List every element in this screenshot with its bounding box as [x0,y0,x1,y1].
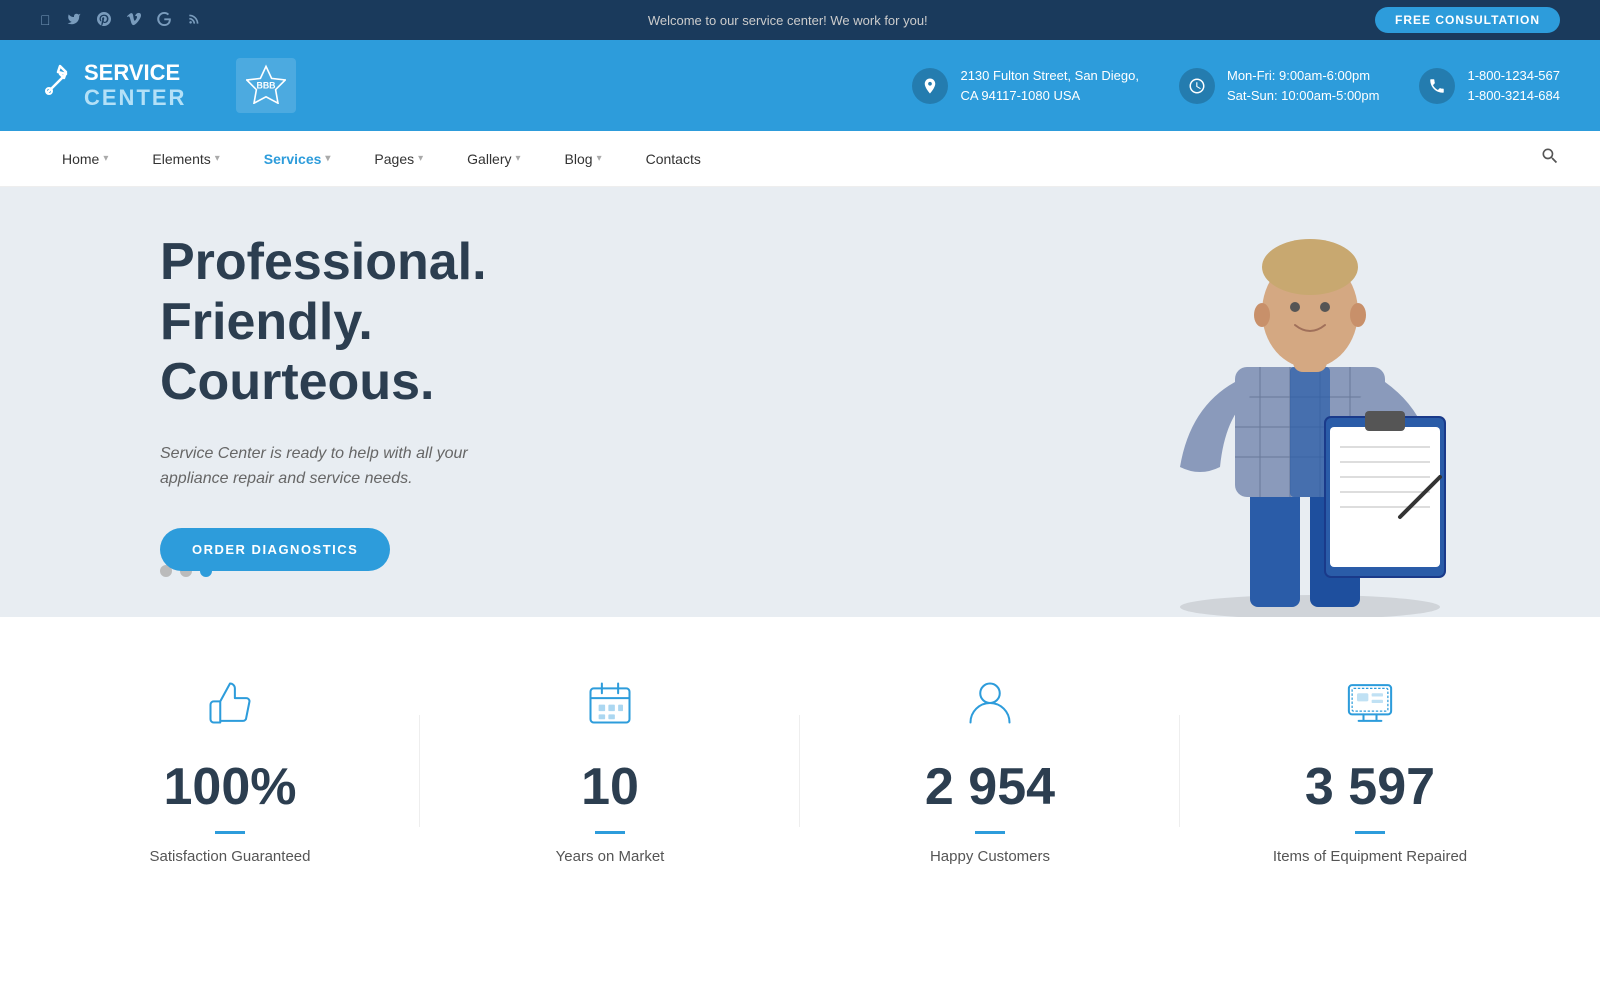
stat-divider [595,831,625,834]
clock-icon [1179,68,1215,104]
welcome-text: Welcome to our service center! We work f… [648,13,928,28]
address-text: 2130 Fulton Street, San Diego, CA 94117-… [960,66,1139,105]
stat-number-years: 10 [581,761,639,813]
chevron-down-icon: ▾ [516,153,521,164]
hero-content: Professional. Friendly. Courteous. Servi… [0,233,680,571]
phone-text: 1-800-1234-567 1-800-3214-684 [1467,66,1560,105]
nav-home[interactable]: Home ▾ [40,131,130,187]
stat-divider [215,831,245,834]
hero-subtitle: Service Center is ready to help with all… [160,441,540,492]
calendar-icon [584,677,636,741]
stat-divider [975,831,1005,834]
phone-icon [1419,68,1455,104]
chevron-down-icon: ▾ [103,153,108,164]
logo-text: SERVICE CENTER [84,61,186,109]
top-bar:  Welcome to our service center! We work… [0,0,1600,40]
stat-years: 10 Years on Market [420,677,800,865]
search-icon[interactable] [1540,146,1560,171]
nav-pages[interactable]: Pages ▾ [352,131,445,187]
logo-center: CENTER [84,86,186,110]
hero-image [1100,197,1520,617]
order-diagnostics-button[interactable]: ORDER DIAGNOSTICS [160,528,390,571]
logo[interactable]: SERVICE CENTER [40,61,186,109]
chevron-down-icon: ▾ [418,153,423,164]
rss-icon[interactable] [187,12,201,29]
twitter-icon[interactable] [67,12,81,29]
header-info: 2130 Fulton Street, San Diego, CA 94117-… [912,66,1560,105]
hours-text: Mon-Fri: 9:00am-6:00pm Sat-Sun: 10:00am-… [1227,66,1379,105]
logo-icon [40,64,76,107]
chevron-down-icon: ▾ [215,153,220,164]
stat-label-satisfaction: Satisfaction Guaranteed [150,848,311,865]
chevron-down-icon: ▾ [597,153,602,164]
logo-service: SERVICE [84,61,186,85]
stats-section: 100% Satisfaction Guaranteed 10 Years on… [0,617,1600,935]
address-info: 2130 Fulton Street, San Diego, CA 94117-… [912,66,1139,105]
nav-elements[interactable]: Elements ▾ [130,131,241,187]
nav-contacts[interactable]: Contacts [624,131,723,187]
location-icon [912,68,948,104]
hours-info: Mon-Fri: 9:00am-6:00pm Sat-Sun: 10:00am-… [1179,66,1379,105]
stat-equipment: 3 597 Items of Equipment Repaired [1180,677,1560,865]
hero-section: Professional. Friendly. Courteous. Servi… [0,187,1600,617]
monitor-icon [1344,677,1396,741]
pinterest-icon[interactable] [97,12,111,29]
phone-info: 1-800-1234-567 1-800-3214-684 [1419,66,1560,105]
stat-label-customers: Happy Customers [930,848,1050,865]
nav-gallery[interactable]: Gallery ▾ [445,131,542,187]
nav-blog[interactable]: Blog ▾ [543,131,624,187]
header: SERVICE CENTER BBB 2130 Fulton Street, S… [0,40,1600,131]
stat-label-equipment: Items of Equipment Repaired [1273,848,1467,865]
hero-title: Professional. Friendly. Courteous. [160,233,680,412]
nav-services[interactable]: Services ▾ [242,131,353,187]
stat-number-satisfaction: 100% [164,761,297,813]
social-links[interactable]:  [40,12,201,29]
facebook-icon[interactable]:  [40,12,51,29]
navigation: Home ▾ Elements ▾ Services ▾ Pages ▾ Gal… [0,131,1600,187]
person-icon [964,677,1016,741]
vimeo-icon[interactable] [127,12,141,29]
stat-customers: 2 954 Happy Customers [800,677,1180,865]
thumbs-up-icon [204,677,256,741]
nav-items: Home ▾ Elements ▾ Services ▾ Pages ▾ Gal… [40,131,1540,187]
google-icon[interactable] [157,12,171,29]
svg-text:BBB: BBB [257,80,276,90]
stat-satisfaction: 100% Satisfaction Guaranteed [40,677,420,865]
stat-number-equipment: 3 597 [1305,761,1435,813]
chevron-down-icon: ▾ [325,153,330,164]
bbb-badge: BBB [236,58,296,113]
stat-divider [1355,831,1385,834]
free-consultation-button[interactable]: FREE CONSULTATION [1375,7,1560,33]
stat-number-customers: 2 954 [925,761,1055,813]
stat-label-years: Years on Market [556,848,665,865]
